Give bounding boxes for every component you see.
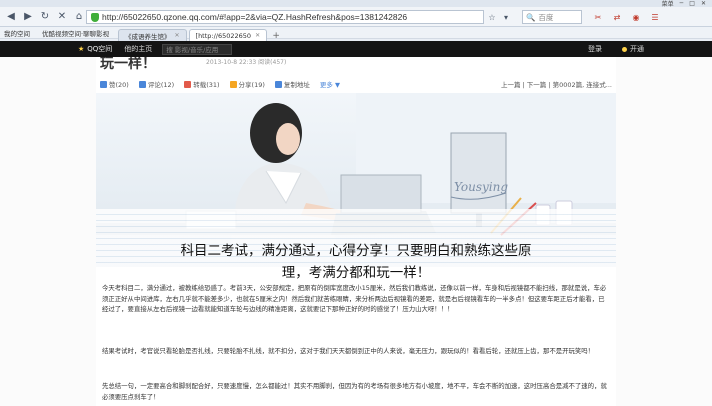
copy-link-label: 复制地址	[283, 81, 310, 89]
screen: 菜单 ─ □ ✕ ◀ ▶ ↻ ✕ ⌂ http://65022650.qzone…	[0, 0, 712, 406]
tab-label: 《成语养生馆》	[125, 32, 171, 41]
repost-label: 转载(31)	[193, 81, 220, 89]
close-window-button[interactable]: ✕	[701, 0, 706, 7]
search-box[interactable]: 🔍 百度	[522, 10, 582, 24]
refresh-icon[interactable]: ↻	[38, 10, 52, 24]
address-text: http://65022650.qzone.qq.com/#!app=2&via…	[102, 12, 408, 22]
page-left-margin	[0, 57, 96, 406]
qzone-top-bar: ★ QQ空间 他的主页 搜 影视/音乐/应用 登录 开通	[0, 41, 712, 57]
tab-idiom[interactable]: 《成语养生馆》 ✕	[118, 29, 187, 41]
forward-arrow-icon[interactable]: ▶	[21, 10, 35, 24]
share-button[interactable]: 分享(19)	[229, 79, 265, 89]
address-bar-actions: ☆ ▾	[486, 10, 512, 24]
bookmark-item[interactable]: 我的空间	[4, 28, 30, 38]
stop-icon[interactable]: ✕	[55, 10, 69, 24]
extension-icon[interactable]: ◉	[630, 10, 642, 24]
more-label: 更多 ▼	[319, 81, 340, 89]
translate-icon[interactable]: ⇄	[611, 10, 623, 24]
headline-line-1: 科目二考试，满分通过，心得分享！只要明白和熟练这些原	[180, 243, 532, 259]
like-button[interactable]: 赞(20)	[100, 79, 129, 89]
security-shield-icon	[91, 12, 99, 22]
dropdown-icon[interactable]: ▾	[500, 10, 512, 24]
login-link[interactable]: 登录	[588, 44, 602, 54]
link-icon	[274, 80, 282, 88]
home-link[interactable]: 他的主页	[124, 44, 152, 54]
browser-window: 菜单 ─ □ ✕ ◀ ▶ ↻ ✕ ⌂ http://65022650.qzone…	[0, 0, 712, 406]
new-tab-button[interactable]: +	[269, 30, 283, 41]
bookmarks-bar: 我的空间 优酷视频空间·聊聊影视	[0, 27, 712, 39]
user-menu[interactable]: 开通	[622, 44, 644, 54]
star-icon[interactable]: ☆	[486, 10, 498, 24]
user-badge-icon	[622, 46, 627, 52]
screenshot-icon[interactable]: ✂	[592, 10, 604, 24]
tab-close-icon[interactable]: ✕	[175, 32, 180, 39]
repost-icon	[184, 80, 192, 88]
navigation-bar: ◀ ▶ ↻ ✕ ⌂ http://65022650.qzone.qq.com/#…	[0, 7, 712, 27]
like-label: 赞(20)	[109, 81, 129, 89]
share-label: 分享(19)	[238, 81, 265, 89]
post-title: 玩一样！	[100, 57, 156, 72]
comment-label: 评论(12)	[147, 81, 175, 89]
copy-link-button[interactable]: 复制地址	[274, 79, 310, 89]
blog-post: 玩一样！ 2013-10-8 22:33 阅读(457) 赞(20) 评论(12…	[96, 57, 616, 406]
bookmark-item[interactable]: 优酷视频空间·聊聊影视	[42, 28, 109, 38]
qzone-logo[interactable]: ★ QQ空间	[78, 44, 112, 54]
banner-signature: Yousying	[454, 180, 508, 194]
qzone-search-input[interactable]: 搜 影视/音乐/应用	[162, 43, 233, 55]
minimize-button[interactable]: ─	[680, 0, 684, 7]
more-button[interactable]: 更多 ▼	[320, 79, 340, 89]
comment-button[interactable]: 评论(12)	[138, 79, 175, 89]
search-placeholder: 百度	[538, 12, 554, 22]
paragraph-3: 先总结一句，一定要高合和脚刹配合好，只要速度慢，怎么都能过！其实不用脚刹，但因为…	[102, 382, 607, 401]
home-icon[interactable]: ⌂	[72, 10, 86, 24]
page-right-margin	[616, 57, 712, 406]
repost-button[interactable]: 转载(31)	[184, 79, 220, 89]
post-actions: 赞(20) 评论(12) 转载(31) 分享(19) 复制地址 更多 ▼	[100, 79, 340, 89]
back-arrow-icon[interactable]: ◀	[4, 10, 18, 24]
headline-line-2: 理，考满分都和玩一样！	[281, 265, 431, 281]
menu-grid-icon[interactable]: ☰	[649, 10, 661, 24]
tab-close-icon[interactable]: ✕	[255, 32, 260, 39]
address-bar[interactable]: http://65022650.qzone.qq.com/#!app=2&via…	[86, 10, 484, 24]
post-headline: 科目二考试，满分通过，心得分享！只要明白和熟练这些原 理，考满分都和玩一样！	[96, 240, 616, 284]
qzone-account-area: 登录 开通	[588, 44, 644, 54]
paragraph-1: 今天考科目二，满分通过，被教练给恐惑了。考前3天，公安部规定，把原有的倒库宽度改…	[102, 284, 607, 313]
post-meta: 2013-10-8 22:33 阅读(457)	[206, 59, 287, 66]
tab-strip: 《成语养生馆》 ✕ [http://65022650 ✕ +	[118, 27, 283, 41]
window-title-strip: 菜单 ─ □ ✕	[0, 0, 712, 8]
qzone-logo-text: QQ空间	[87, 45, 113, 53]
paragraph-2: 结果考试时，考官说只看轮胎是否扎线，只要轮胎不扎线，就不扣分，这对于我们天天都倒…	[102, 347, 595, 355]
post-pager[interactable]: 上一篇 | 下一篇 | 第0002篇, 连接式...	[501, 79, 612, 89]
comment-icon	[138, 80, 146, 88]
share-icon	[229, 80, 237, 88]
search-engine-icon[interactable]: 🔍	[526, 13, 535, 22]
maximize-button[interactable]: □	[689, 0, 695, 7]
toolbar-icons: ✂ ⇄ ◉ ☰	[592, 10, 661, 24]
user-menu-label: 开通	[630, 45, 644, 53]
thumbs-up-icon	[100, 80, 107, 88]
star-logo-icon: ★	[78, 45, 85, 53]
tab-qzone[interactable]: [http://65022650 ✕	[188, 29, 268, 41]
tab-label: [http://65022650	[195, 31, 252, 40]
